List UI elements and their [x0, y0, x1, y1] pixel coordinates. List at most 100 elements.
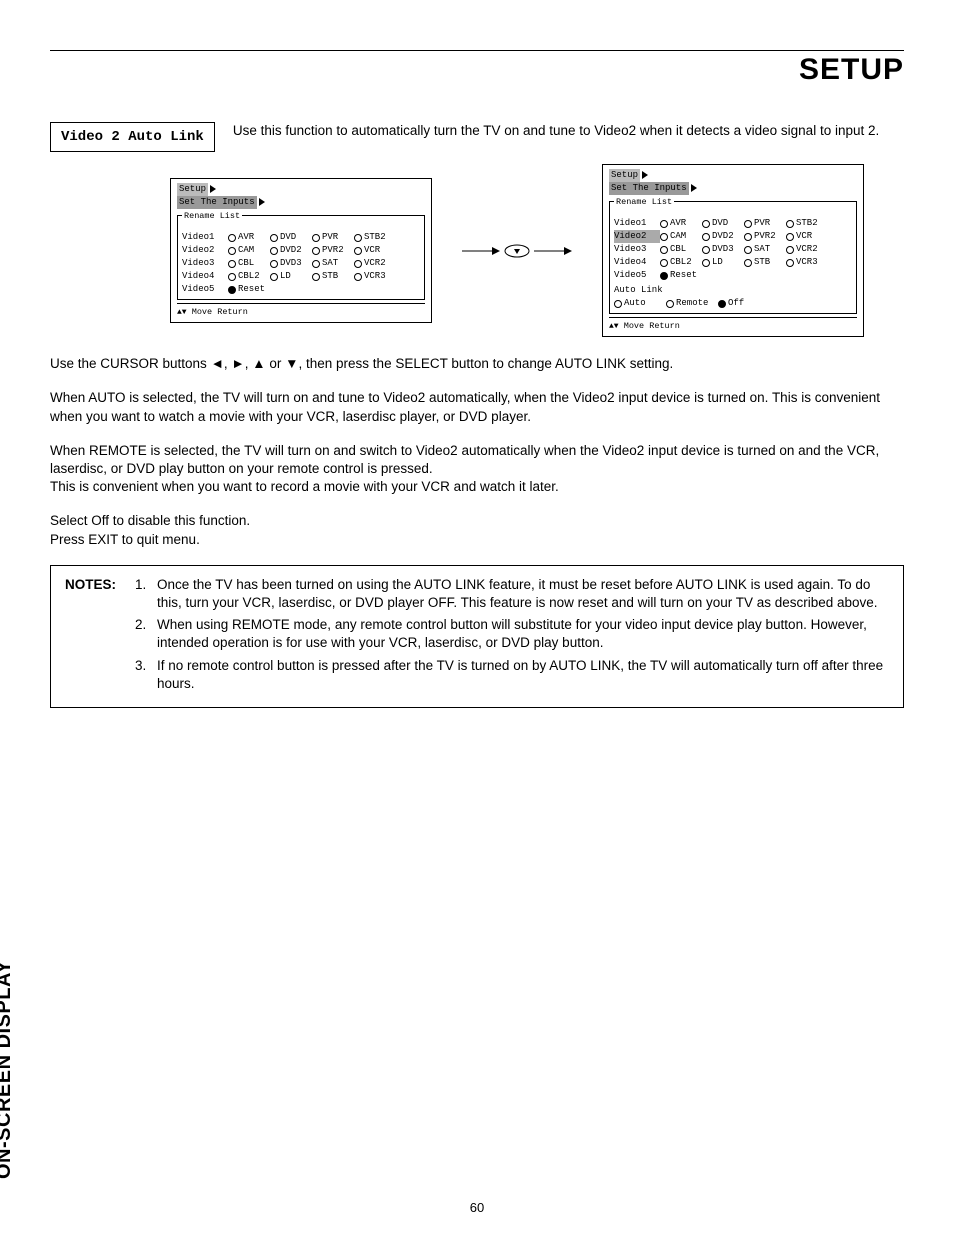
osd-row: Video4CBL2LDSTBVCR3	[614, 256, 852, 269]
radio-icon	[614, 300, 622, 308]
paragraph: When REMOTE is selected, the TV will tur…	[50, 442, 904, 478]
osd-rename-title: Rename List	[182, 210, 242, 222]
osd-autolink-option: Auto	[614, 297, 666, 310]
radio-icon	[786, 246, 794, 254]
triangle-right-icon	[691, 184, 697, 192]
radio-icon	[312, 247, 320, 255]
osd-autolink-opts: AutoRemoteOff	[614, 297, 852, 310]
osd-option: CBL2	[228, 270, 270, 283]
osd-screen-right: Setup Set The Inputs Rename List Video1A…	[602, 164, 864, 337]
paragraph: Select Off to disable this function.	[50, 512, 904, 530]
radio-icon	[786, 233, 794, 241]
radio-icon	[228, 234, 236, 242]
page: SETUP Video 2 Auto Link Use this functio…	[0, 0, 954, 1235]
radio-icon	[660, 220, 668, 228]
osd-row: Video1AVRDVDPVRSTB2	[614, 217, 852, 230]
paragraph: Use the CURSOR buttons ◄, ►, ▲ or ▼, the…	[50, 355, 904, 373]
osd-option: STB	[744, 256, 786, 269]
notes-item-text: When using REMOTE mode, any remote contr…	[157, 616, 889, 652]
osd-row-label: Video5	[182, 283, 228, 296]
osd-option: VCR	[786, 230, 828, 243]
triangle-right-icon	[642, 171, 648, 179]
osd-row: Video1AVRDVDPVRSTB2	[182, 231, 420, 244]
radio-icon	[702, 220, 710, 228]
radio-icon	[660, 233, 668, 241]
osd-option: PVR2	[312, 244, 354, 257]
osd-row-label: Video1	[182, 231, 228, 244]
osd-autolink-option: Remote	[666, 297, 718, 310]
osd-option: Reset	[660, 269, 702, 282]
osd-option: VCR2	[354, 257, 396, 270]
osd-option: CBL	[660, 243, 702, 256]
osd-option: VCR3	[354, 270, 396, 283]
notes-item: 3.If no remote control button is pressed…	[135, 657, 889, 693]
osd-footer: ▲▼ Move Return	[609, 317, 857, 333]
radio-icon	[702, 246, 710, 254]
paragraph: This is convenient when you want to reco…	[50, 478, 904, 496]
section-intro: Video 2 Auto Link Use this function to a…	[50, 122, 904, 152]
osd-row: Video3CBLDVD3SATVCR2	[182, 257, 420, 270]
osd-row-label: Video4	[614, 256, 660, 269]
radio-icon	[354, 260, 362, 268]
radio-icon	[312, 273, 320, 281]
radio-icon	[228, 260, 236, 268]
notes-item-text: If no remote control button is pressed a…	[157, 657, 889, 693]
arrow-right-icon	[462, 240, 572, 262]
radio-icon	[786, 220, 794, 228]
osd-menu-title: Setup	[609, 169, 640, 182]
osd-row-label: Video3	[614, 243, 660, 256]
osd-rename-title: Rename List	[614, 196, 674, 208]
radio-icon	[228, 273, 236, 281]
radio-icon	[786, 259, 794, 267]
osd-rename-box: Rename List Video1AVRDVDPVRSTB2Video2CAM…	[177, 215, 425, 300]
osd-option: DVD	[270, 231, 312, 244]
paragraph: When AUTO is selected, the TV will turn …	[50, 389, 904, 425]
osd-row: Video3CBLDVD3SATVCR2	[614, 243, 852, 256]
osd-row-label: Video2	[614, 230, 660, 243]
osd-option: VCR2	[786, 243, 828, 256]
radio-filled-icon	[660, 272, 668, 280]
radio-icon	[270, 260, 278, 268]
osd-option: STB2	[786, 217, 828, 230]
triangle-right-icon	[210, 185, 216, 193]
radio-icon	[744, 259, 752, 267]
notes-item-number: 2.	[135, 616, 157, 652]
radio-icon	[660, 246, 668, 254]
radio-icon	[270, 234, 278, 242]
osd-option: SAT	[744, 243, 786, 256]
osd-row-label: Video3	[182, 257, 228, 270]
updown-icon: ▲▼	[609, 322, 619, 331]
osd-option: LD	[270, 270, 312, 283]
radio-icon	[354, 247, 362, 255]
notes-box: NOTES: 1.Once the TV has been turned on …	[50, 565, 904, 708]
body-text: Use the CURSOR buttons ◄, ►, ▲ or ▼, the…	[50, 355, 904, 549]
radio-icon	[270, 273, 278, 281]
osd-menu-title: Setup	[177, 183, 208, 196]
osd-row: Video4CBL2LDSTBVCR3	[182, 270, 420, 283]
osd-option: DVD2	[270, 244, 312, 257]
osd-option: CBL	[228, 257, 270, 270]
osd-autolink-option: Off	[718, 297, 770, 310]
osd-footer: ▲▼ Move Return	[177, 303, 425, 319]
osd-option: PVR	[312, 231, 354, 244]
radio-icon	[228, 247, 236, 255]
osd-submenu-title: Set The Inputs	[177, 196, 257, 209]
osd-option: PVR	[744, 217, 786, 230]
osd-option: DVD3	[702, 243, 744, 256]
osd-option: AVR	[660, 217, 702, 230]
updown-icon: ▲▼	[177, 308, 187, 317]
notes-list: 1.Once the TV has been turned on using t…	[135, 576, 889, 697]
notes-label: NOTES:	[65, 576, 135, 697]
osd-option: DVD	[702, 217, 744, 230]
osd-row-video5: Video5 Reset	[614, 269, 852, 282]
osd-row-label: Video5	[614, 269, 660, 282]
notes-item-number: 3.	[135, 657, 157, 693]
osd-option: CBL2	[660, 256, 702, 269]
radio-filled-icon	[718, 300, 726, 308]
page-title: SETUP	[799, 53, 904, 87]
radio-icon	[744, 220, 752, 228]
radio-icon	[354, 234, 362, 242]
osd-row-video5: Video5 Reset	[182, 283, 420, 296]
osd-option: DVD3	[270, 257, 312, 270]
radio-icon	[702, 259, 710, 267]
